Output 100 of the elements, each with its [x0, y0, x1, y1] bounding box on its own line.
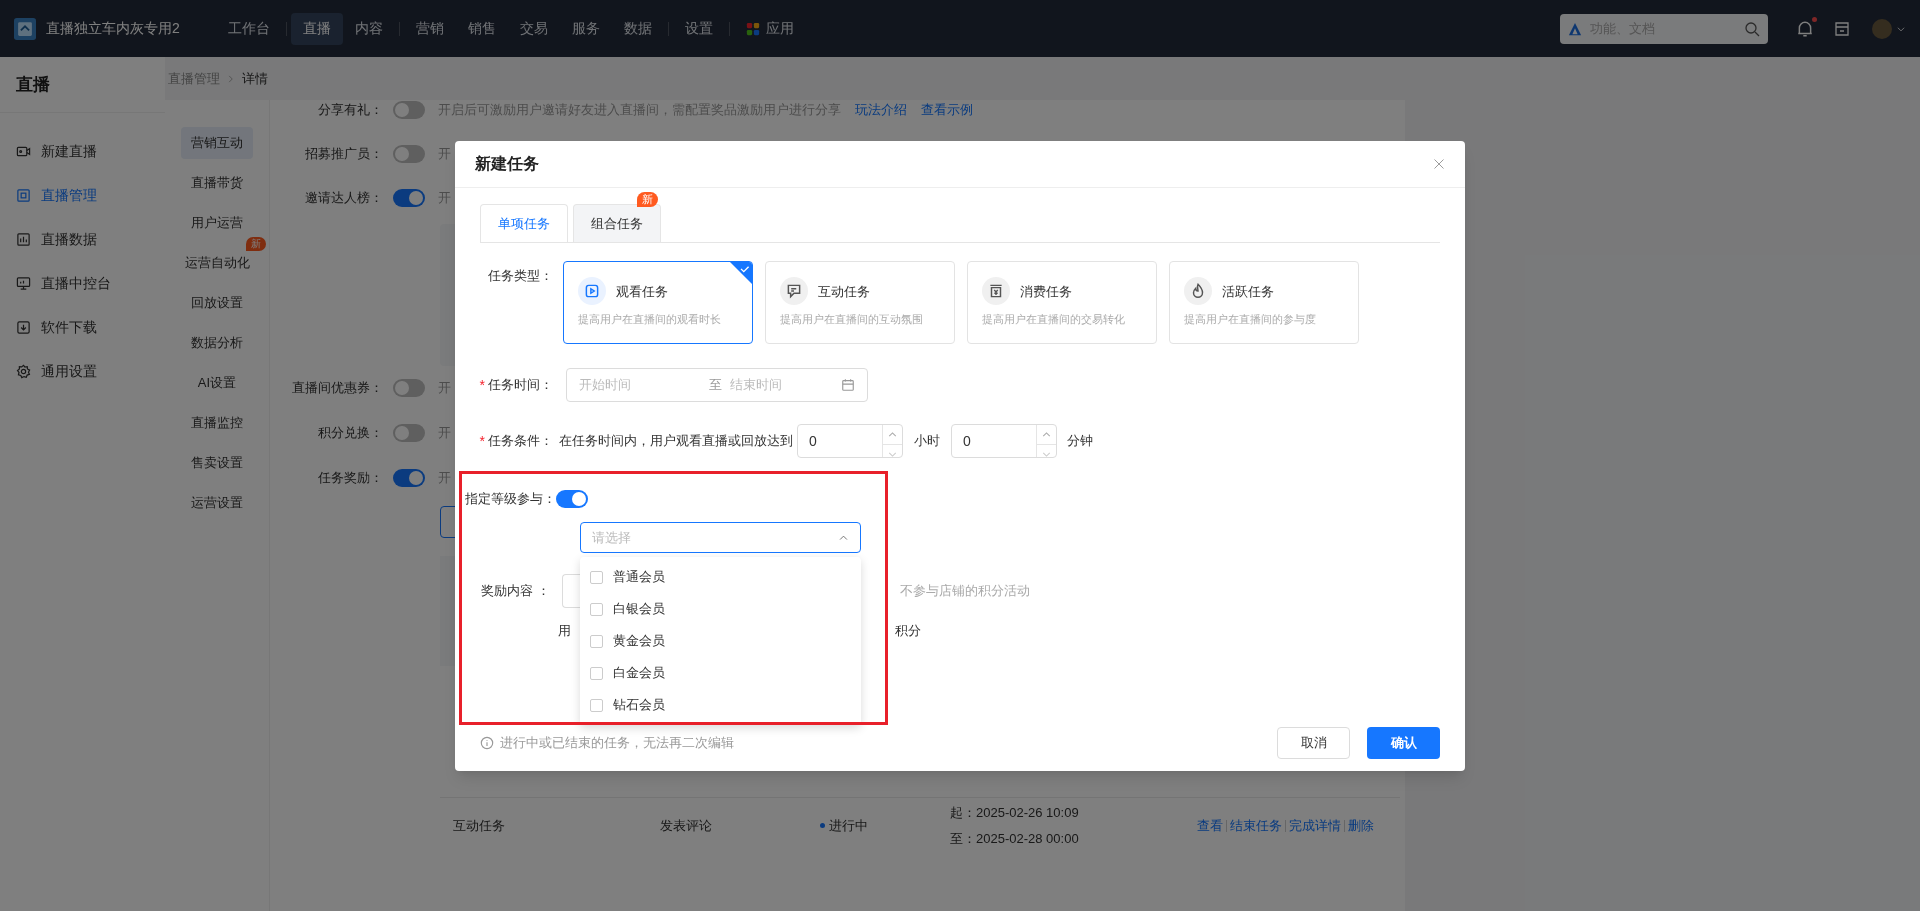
setting-label: 分享有礼：	[317, 101, 383, 120]
card-title: 活跃任务	[1222, 282, 1274, 301]
field-label: 奖励内容 ：	[481, 582, 551, 601]
submenu-item[interactable]: 营销互动	[181, 127, 253, 159]
reward-unit: 积分	[895, 622, 921, 641]
bell-icon[interactable]	[1796, 19, 1814, 38]
required-mark: *	[479, 431, 485, 451]
tab[interactable]: 组合任务	[573, 204, 661, 242]
toggle-switch[interactable]	[393, 101, 425, 119]
calendar-icon[interactable]	[841, 378, 855, 392]
table-cell-text: 互动任务	[453, 816, 506, 835]
tab[interactable]: 单项任务	[480, 204, 568, 242]
toggle-switch[interactable]	[393, 424, 425, 442]
card-description: 提高用户在直播间的观看时长	[578, 312, 722, 328]
setting-label: 直播间优惠券：	[291, 379, 383, 398]
nav-tab[interactable]: 内容	[342, 12, 395, 45]
number-input[interactable]: 0	[951, 424, 1057, 458]
avatar[interactable]	[1872, 18, 1892, 39]
card-title: 消费任务	[1020, 282, 1072, 301]
dialog-title: 新建任务	[475, 154, 539, 174]
nav-tab[interactable]: 直播	[290, 12, 343, 45]
sidebar-item[interactable]: 通用设置	[0, 355, 165, 387]
sidebar-title: 直播	[0, 57, 165, 113]
apps-icon	[745, 21, 760, 36]
app-name: 直播独立车内灰专用2	[46, 19, 180, 38]
input-value: 0	[808, 431, 818, 451]
checkbox[interactable]	[590, 698, 603, 712]
option-label: 钻石会员	[613, 696, 665, 715]
task-type-card[interactable]: 消费任务 提高用户在直播间的交易转化	[967, 261, 1157, 344]
monitor-icon	[16, 275, 31, 291]
help-link[interactable]: 玩法介绍	[855, 100, 907, 120]
nav-tab[interactable]: 销售	[455, 12, 508, 45]
action-link[interactable]: 完成详情	[1289, 815, 1341, 836]
submenu-item[interactable]: 直播带货	[181, 167, 253, 199]
submenu-item[interactable]: 用户运营	[181, 207, 253, 239]
submenu-item[interactable]: 数据分析	[181, 327, 253, 359]
option-label: 普通会员	[613, 568, 665, 587]
task-type-card[interactable]: 观看任务 提高用户在直播间的观看时长	[563, 261, 753, 344]
nav-tab[interactable]: 交易	[507, 12, 560, 45]
breadcrumb-current: 详情	[242, 69, 268, 88]
sidebar-item[interactable]: 直播中控台	[0, 267, 165, 299]
toggle-switch[interactable]	[393, 379, 425, 397]
checkbox[interactable]	[590, 634, 603, 648]
task-type-card[interactable]: 活跃任务 提高用户在直播间的参与度	[1169, 261, 1359, 344]
toggle-switch[interactable]	[393, 469, 425, 487]
submenu-item[interactable]: AI设置	[187, 367, 247, 399]
reward-select[interactable]	[562, 574, 582, 608]
date-range-field[interactable]: 开始时间 至 结束时间	[566, 368, 868, 402]
search-icon[interactable]	[1744, 20, 1760, 37]
card-title: 互动任务	[818, 282, 870, 301]
sidebar-item[interactable]: 新建直播	[0, 135, 165, 167]
card-description: 提高用户在直播间的互动氛围	[780, 312, 924, 328]
nav-tab[interactable]: 营销	[403, 12, 456, 45]
checkbox[interactable]	[590, 602, 603, 616]
submenu-item[interactable]: 直播监控	[181, 407, 253, 439]
toggle-switch[interactable]	[393, 145, 425, 163]
chevron-right-icon	[226, 73, 236, 84]
nav-tab[interactable]: 设置	[672, 12, 725, 45]
chart-icon	[16, 231, 31, 247]
cancel-button[interactable]: 取消	[1277, 727, 1350, 759]
option-label: 白金会员	[613, 664, 665, 683]
checkbox[interactable]	[590, 666, 603, 680]
reward-note: 不参与店铺的积分活动	[900, 582, 1030, 601]
reward-text: 用	[558, 622, 571, 641]
submenu-item[interactable]: 运营设置	[181, 487, 253, 519]
action-link[interactable]: 删除	[1348, 815, 1374, 836]
chat-icon	[785, 282, 803, 301]
setting-label: 邀请达人榜：	[304, 189, 383, 208]
submenu-item[interactable]: 回放设置	[181, 287, 253, 319]
download-icon	[16, 319, 31, 335]
store-icon[interactable]	[1834, 20, 1850, 37]
checkbox[interactable]	[590, 570, 603, 584]
sidebar-item[interactable]: 软件下载	[0, 311, 165, 343]
setting-label: 积分兑换：	[317, 424, 383, 443]
nav-tab[interactable]: 数据	[611, 12, 664, 45]
nav-tab[interactable]: 工作台	[215, 12, 282, 45]
sidebar-item[interactable]: 直播管理	[0, 179, 165, 211]
sidebar-item[interactable]: 直播数据	[0, 223, 165, 255]
task-type-card[interactable]: 互动任务 提高用户在直播间的互动氛围	[765, 261, 955, 344]
toggle-switch[interactable]	[393, 189, 425, 207]
action-link[interactable]: 结束任务	[1230, 815, 1282, 836]
triangle-logo-icon	[1568, 21, 1582, 36]
option-label: 白银会员	[613, 600, 665, 619]
help-link[interactable]: 查看示例	[921, 100, 973, 120]
nav-tab[interactable]: 服务	[559, 12, 612, 45]
action-link[interactable]: 查看	[1197, 815, 1223, 836]
start-placeholder: 开始时间	[579, 376, 632, 395]
check-corner-icon	[730, 262, 752, 284]
toggle-switch[interactable]	[556, 490, 588, 508]
confirm-button[interactable]: 确认	[1367, 727, 1440, 759]
card-title: 观看任务	[616, 282, 668, 301]
nav-tab[interactable]: 应用	[733, 12, 806, 45]
submenu-item[interactable]: 售卖设置	[181, 447, 253, 479]
logo-icon	[14, 17, 36, 40]
close-icon[interactable]	[1433, 158, 1445, 170]
info-icon	[480, 736, 494, 750]
footer-note: 进行中或已结束的任务，无法再二次编辑	[500, 734, 734, 753]
number-input[interactable]: 0	[797, 424, 903, 458]
table-cell-text: 起：2025-02-26 10:09	[950, 804, 1080, 822]
required-mark: *	[479, 375, 485, 395]
